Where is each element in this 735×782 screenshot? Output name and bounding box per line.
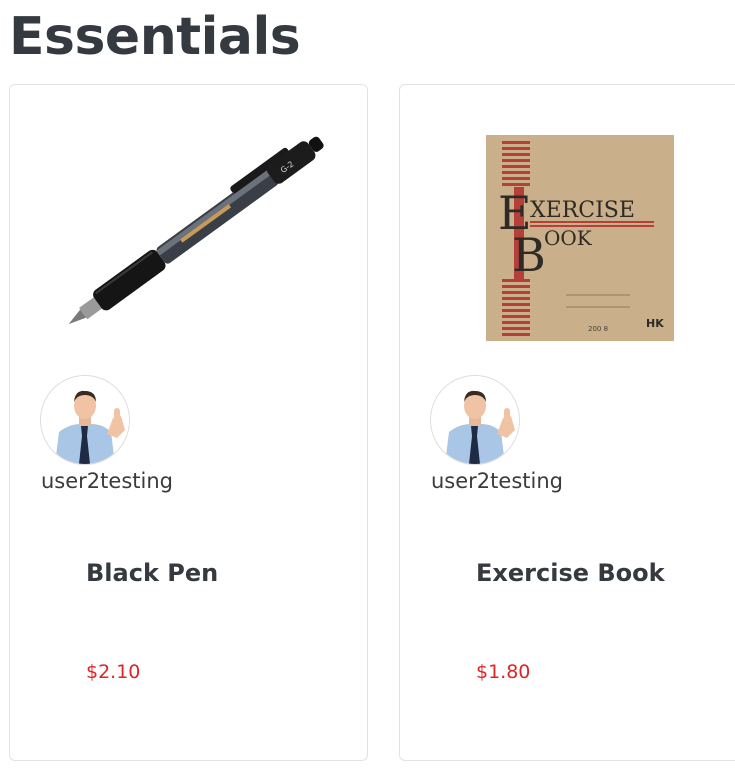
exercise-book-image[interactable]: E XERCISE B OOK 200 8 HK — [446, 131, 714, 341]
product-name[interactable]: Exercise Book — [476, 559, 665, 587]
seller-username[interactable]: user2testing — [431, 469, 563, 493]
cover-letter-b: B — [512, 228, 546, 282]
product-price: $1.80 — [476, 661, 531, 683]
seller-username[interactable]: user2testing — [41, 469, 173, 493]
product-price: $2.10 — [86, 661, 141, 683]
black-pen-image[interactable]: G-2 — [56, 131, 324, 341]
product-name[interactable]: Black Pen — [86, 559, 218, 587]
product-card-black-pen[interactable]: G-2 user2testing Black Pen $2.10 — [9, 84, 368, 761]
person-thumbs-up-icon — [431, 376, 519, 464]
seller-avatar[interactable] — [430, 375, 520, 465]
product-card-exercise-book[interactable]: E XERCISE B OOK 200 8 HK user2testing Ex… — [399, 84, 735, 761]
section-title: Essentials — [9, 7, 301, 67]
person-thumbs-up-icon — [41, 376, 129, 464]
cover-word-ook: OOK — [544, 226, 593, 250]
cover-brand-mark: HK — [646, 317, 664, 330]
cover-word-xercise: XERCISE — [530, 198, 635, 223]
cover-sheet-count: 200 8 — [588, 325, 608, 333]
seller-avatar[interactable] — [40, 375, 130, 465]
